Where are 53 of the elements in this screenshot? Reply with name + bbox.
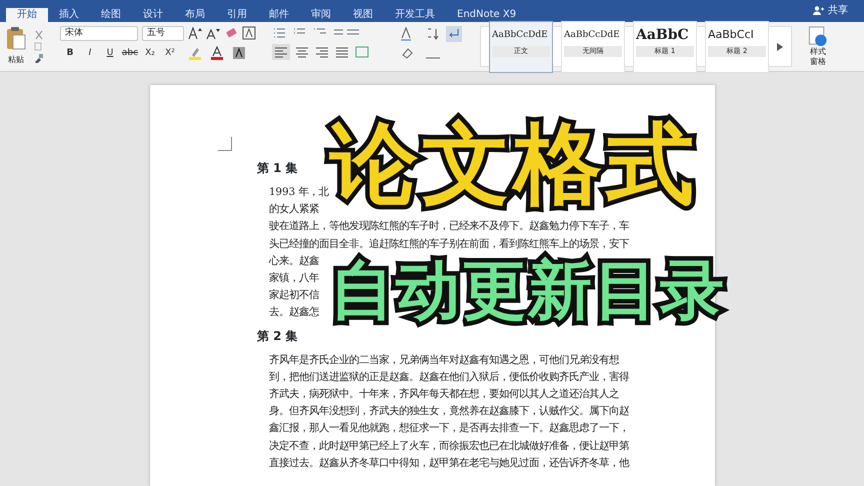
format-button[interactable]: U bbox=[100, 45, 120, 61]
ribbon-tab[interactable]: 邮件 bbox=[258, 8, 300, 22]
paragraph-line: 齐武夫，病死狱中。十年来，齐风年每天都在想，要如何以其人之道还治其人之 bbox=[269, 387, 620, 402]
overlay-subtitle: 自动更新目录 bbox=[330, 259, 726, 323]
ribbon-tab[interactable]: 开发工具 bbox=[384, 8, 446, 22]
font-size-field[interactable]: 五号 bbox=[142, 26, 184, 41]
ribbon-tab[interactable]: 引用 bbox=[216, 8, 258, 22]
more-arrow-icon[interactable] bbox=[777, 42, 783, 50]
paragraph-line: 家镇，八年 bbox=[269, 271, 320, 286]
character-shading-icon[interactable] bbox=[232, 46, 246, 60]
paragraph-line: 心来。赵鑫 bbox=[269, 254, 320, 269]
format-button[interactable]: X² bbox=[160, 45, 180, 61]
ribbon-tab[interactable]: 设计 bbox=[132, 8, 174, 22]
scissors-icon[interactable] bbox=[34, 30, 44, 40]
paragraph-line: 驶在道路上，等他发现陈红熊的车子时，已经来不及停下。赵鑫勉力停下车子，车 bbox=[269, 219, 630, 234]
brush-icon[interactable] bbox=[34, 53, 44, 63]
text-box-icon[interactable] bbox=[242, 26, 256, 40]
paragraph-line: 1993 年，北 bbox=[269, 185, 329, 200]
styles-pane-icon[interactable] bbox=[808, 26, 828, 47]
styles-pane-label[interactable]: 样式 窗格 bbox=[810, 47, 826, 67]
ribbon-tab[interactable]: 视图 bbox=[342, 8, 384, 22]
paragraph-line: 的女人紧紧 bbox=[269, 202, 320, 218]
font-color-icon[interactable] bbox=[210, 46, 224, 60]
shrink-font-icon[interactable] bbox=[206, 26, 220, 40]
paragraph-line: 去。赵鑫怎 bbox=[269, 305, 320, 320]
paragraph-line: 到，把他们送进监狱的正是赵鑫。赵鑫在他们入狱后，便低价收购齐氏产业，害得 bbox=[269, 370, 630, 385]
paste-label[interactable]: 粘贴 bbox=[8, 54, 24, 66]
add-person-icon bbox=[813, 6, 824, 15]
grow-font-icon[interactable] bbox=[188, 26, 202, 40]
paragraph-line: 家起初不信 bbox=[269, 288, 320, 304]
paragraph-line: 决定不查，此时赵甲第已经上了火车，而徐振宏也已在北城做好准备，便让赵甲第 bbox=[269, 438, 630, 454]
paragraph-line: 齐风年是齐氏企业的二当家，兄弟俩当年对赵鑫有知遇之恩，可他们兄弟没有想 bbox=[269, 352, 620, 368]
paragraph-line: 头已经撞的面目全非。追赶陈红熊的车子别在前面，看到陈红熊车上的场景，安下 bbox=[269, 236, 630, 252]
format-button[interactable]: B bbox=[60, 45, 80, 61]
clipboard-icon[interactable] bbox=[6, 26, 26, 50]
ribbon-tab[interactable]: EndNote X9 bbox=[446, 8, 528, 22]
ribbon-tab[interactable]: 布局 bbox=[174, 8, 216, 22]
section-heading: 第 1 集 bbox=[257, 160, 299, 176]
paragraph-line: 身。但齐风年没想到，齐武夫的独生女，竟然养在赵鑫膝下，认贼作父。属下向赵 bbox=[269, 404, 630, 420]
format-button[interactable]: abc bbox=[120, 45, 140, 61]
ribbon-tab[interactable]: 审阅 bbox=[300, 8, 342, 22]
paragraph-line: 鑫汇报，那人一看见他就跑，想征求一下，是否再去排查一下。赵鑫思虑了一下， bbox=[269, 421, 630, 436]
ribbon-tab[interactable]: 开始 bbox=[6, 8, 48, 22]
paragraph-line: 直接过去。赵鑫从齐冬草口中得知，赵甲第在老宅与她见过面，还告诉齐冬草，他 bbox=[269, 456, 630, 471]
highlighter-icon[interactable] bbox=[188, 46, 202, 60]
margin-corner-mark bbox=[218, 137, 232, 151]
share-button[interactable]: 共享 bbox=[828, 3, 848, 18]
format-button[interactable]: X₂ bbox=[140, 45, 160, 61]
section-heading: 第 2 集 bbox=[257, 328, 299, 344]
ribbon-tab[interactable]: 插入 bbox=[48, 8, 90, 22]
format-button[interactable]: I bbox=[80, 45, 100, 61]
ribbon-tab[interactable]: 绘图 bbox=[90, 8, 132, 22]
font-name-field[interactable]: 宋体 bbox=[60, 26, 138, 41]
